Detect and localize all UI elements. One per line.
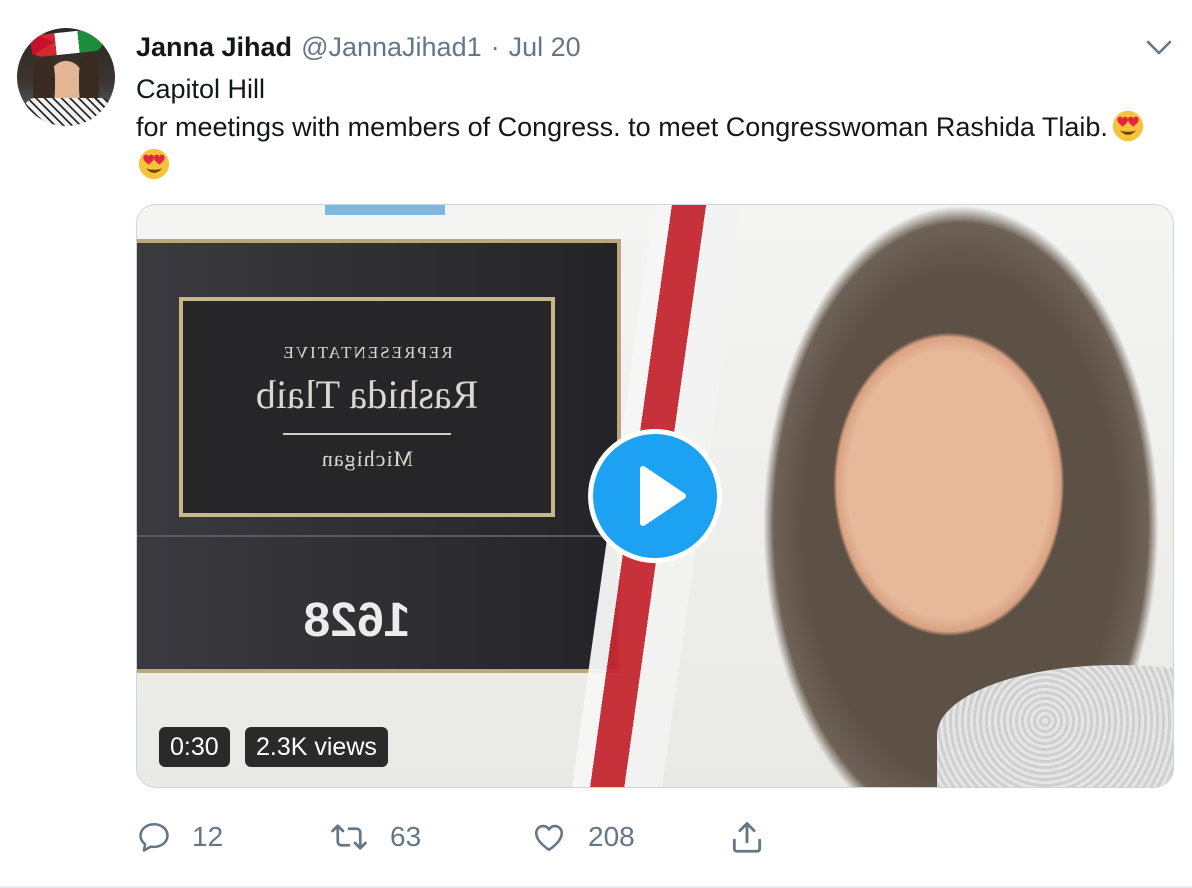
reply-button[interactable]: 12 bbox=[136, 812, 223, 862]
share-icon bbox=[732, 822, 762, 853]
heart-eyes-emoji-icon bbox=[138, 148, 170, 180]
video-duration-badge: 0:30 bbox=[159, 727, 230, 767]
chevron-down-icon[interactable] bbox=[1144, 34, 1174, 60]
avatar-scarf bbox=[25, 98, 111, 126]
plaque-divider bbox=[283, 433, 451, 435]
user-handle[interactable]: @JannaJihad1 bbox=[301, 32, 482, 63]
user-name[interactable]: Janna Jihad bbox=[136, 32, 292, 63]
like-count: 208 bbox=[588, 821, 635, 852]
tweet-actions: 12 63 208 bbox=[0, 812, 1192, 862]
person-shirt bbox=[937, 665, 1173, 787]
tweet-text: Capitol Hill for meetings with members o… bbox=[136, 70, 1176, 184]
retweet-count: 63 bbox=[390, 821, 422, 852]
retweet-button[interactable]: 63 bbox=[328, 812, 421, 862]
play-icon bbox=[640, 466, 686, 526]
video-views-badge: 2.3K views bbox=[245, 727, 388, 767]
video-detail bbox=[325, 205, 445, 215]
tweet-date[interactable]: Jul 20 bbox=[509, 32, 581, 63]
avatar[interactable] bbox=[17, 28, 115, 126]
like-button[interactable]: 208 bbox=[530, 812, 635, 862]
plaque-title: REPRESENTATIVE bbox=[281, 343, 453, 362]
reply-icon bbox=[139, 822, 169, 852]
plaque-state: Michigan bbox=[320, 446, 414, 471]
video-player[interactable]: REPRESENTATIVE Rashida Tlaib Michigan 16… bbox=[136, 204, 1174, 788]
tweet-card[interactable]: Janna Jihad @JannaJihad1 · Jul 20 Capito… bbox=[0, 0, 1192, 888]
reply-count: 12 bbox=[192, 821, 224, 852]
room-number: 1628 bbox=[303, 594, 411, 647]
tweet-text-line: for meetings with members of Congress. t… bbox=[136, 112, 1108, 142]
separator-dot: · bbox=[490, 31, 500, 62]
retweet-icon bbox=[331, 824, 367, 850]
avatar-flag-triangle bbox=[29, 30, 57, 56]
share-button[interactable] bbox=[728, 812, 766, 862]
tweet-header: Janna Jihad @JannaJihad1 · Jul 20 bbox=[136, 30, 581, 64]
name-plaque: REPRESENTATIVE Rashida Tlaib Michigan bbox=[179, 297, 555, 517]
tweet-text-body: for meetings with members of Congress. t… bbox=[136, 108, 1176, 184]
play-button[interactable] bbox=[588, 429, 722, 563]
office-sign: REPRESENTATIVE Rashida Tlaib Michigan 16… bbox=[137, 239, 621, 673]
sign-divider bbox=[137, 535, 617, 537]
plaque-name: Rashida Tlaib bbox=[255, 372, 479, 417]
heart-icon bbox=[534, 824, 564, 852]
heart-eyes-emoji-icon bbox=[1112, 110, 1144, 142]
tweet-text-line: Capitol Hill bbox=[136, 74, 266, 104]
